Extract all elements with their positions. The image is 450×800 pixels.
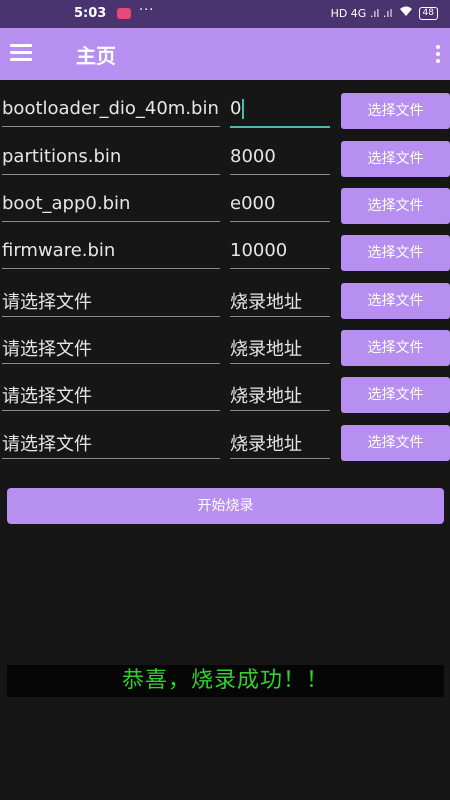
- more-notifications-icon: ···: [139, 3, 155, 18]
- file-row: 请选择文件 烧录地址 选择文件: [0, 282, 450, 322]
- start-burn-button[interactable]: 开始烧录: [7, 488, 444, 524]
- select-file-button[interactable]: 选择文件: [341, 141, 450, 177]
- overflow-menu-icon[interactable]: [436, 45, 442, 65]
- page-title: 主页: [76, 44, 116, 68]
- status-indicators: HD 4G .ıl .ıl 48: [331, 6, 438, 20]
- file-name-field[interactable]: boot_app0.bin: [2, 193, 220, 222]
- status-time: 5:03: [74, 6, 107, 21]
- address-field[interactable]: 0: [230, 98, 330, 128]
- file-row: partitions.bin 8000 选择文件: [0, 140, 450, 180]
- menu-icon[interactable]: [10, 44, 34, 64]
- address-field[interactable]: 8000: [230, 146, 330, 175]
- status-bar: 5:03 ··· HD 4G .ıl .ıl 48: [0, 0, 450, 28]
- file-row: boot_app0.bin e000 选择文件: [0, 187, 450, 227]
- address-field[interactable]: 10000: [230, 240, 330, 269]
- file-row: firmware.bin 10000 选择文件: [0, 234, 450, 274]
- address-value: 0: [230, 98, 242, 119]
- file-row: 请选择文件 烧录地址 选择文件: [0, 329, 450, 369]
- address-field[interactable]: 烧录地址: [230, 335, 330, 364]
- file-row: 请选择文件 烧录地址 选择文件: [0, 424, 450, 464]
- select-file-button[interactable]: 选择文件: [341, 377, 450, 413]
- app-bar: 主页: [0, 28, 450, 80]
- file-name-field[interactable]: partitions.bin: [2, 146, 220, 175]
- result-message: 恭喜，烧录成功！！: [7, 665, 444, 697]
- file-name-field[interactable]: 请选择文件: [2, 382, 220, 411]
- select-file-button[interactable]: 选择文件: [341, 93, 450, 129]
- wifi-icon: [399, 6, 413, 20]
- address-field[interactable]: 烧录地址: [230, 382, 330, 411]
- file-name-field[interactable]: 请选择文件: [2, 335, 220, 364]
- file-row: bootloader_dio_40m.bin 0 选择文件: [0, 92, 450, 132]
- file-name-field[interactable]: firmware.bin: [2, 240, 220, 269]
- address-field[interactable]: 烧录地址: [230, 430, 330, 459]
- select-file-button[interactable]: 选择文件: [341, 283, 450, 319]
- address-field[interactable]: e000: [230, 193, 330, 222]
- address-field[interactable]: 烧录地址: [230, 288, 330, 317]
- file-row: 请选择文件 烧录地址 选择文件: [0, 376, 450, 416]
- select-file-button[interactable]: 选择文件: [341, 235, 450, 271]
- signal-icon: HD 4G .ıl .ıl: [330, 6, 393, 20]
- file-name-field[interactable]: bootloader_dio_40m.bin: [2, 98, 220, 127]
- text-cursor: [242, 99, 245, 119]
- select-file-button[interactable]: 选择文件: [341, 425, 450, 461]
- file-name-field[interactable]: 请选择文件: [2, 288, 220, 317]
- file-name-field[interactable]: 请选择文件: [2, 430, 220, 459]
- select-file-button[interactable]: 选择文件: [341, 188, 450, 224]
- battery-indicator: 48: [418, 6, 438, 20]
- select-file-button[interactable]: 选择文件: [341, 330, 450, 366]
- notification-app-icon: [117, 8, 131, 19]
